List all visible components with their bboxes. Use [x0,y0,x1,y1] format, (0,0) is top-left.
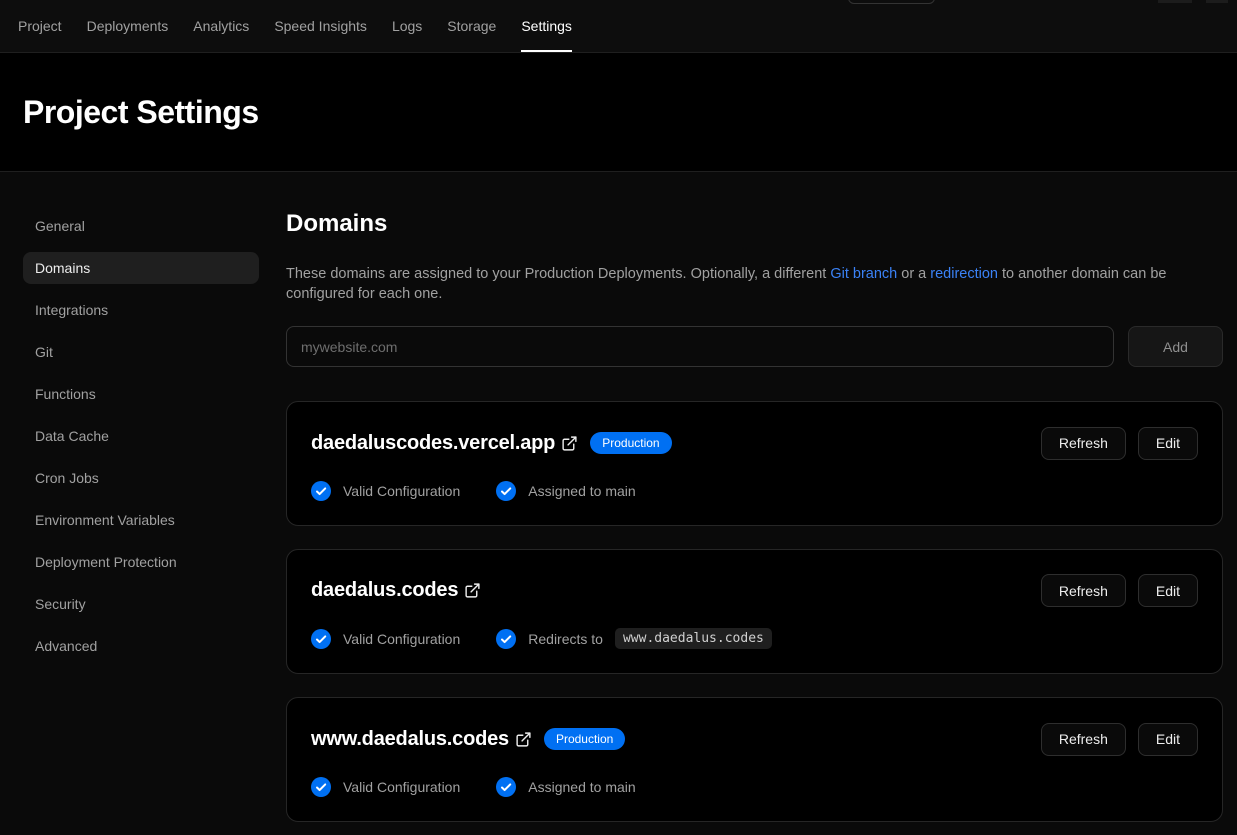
domains-section: Domains These domains are assigned to yo… [286,210,1223,835]
nav-tab-logs[interactable]: Logs [392,0,422,52]
description-text: or a [897,266,930,282]
sidebar-item-functions[interactable]: Functions [23,378,259,410]
status-valid-configuration: Valid Configuration [311,629,460,649]
page-title: Project Settings [23,94,259,131]
redirection-link[interactable]: redirection [930,266,998,282]
nav-tab-settings[interactable]: Settings [521,0,572,52]
sidebar-item-git[interactable]: Git [23,336,259,368]
external-link-icon[interactable] [561,435,578,452]
edit-button[interactable]: Edit [1138,574,1198,607]
check-circle-icon [311,777,331,797]
status-label: Assigned to main [528,779,635,795]
check-circle-icon [496,777,516,797]
nav-tab-storage[interactable]: Storage [447,0,496,52]
sidebar-item-integrations[interactable]: Integrations [23,294,259,326]
page-header: Project Settings [0,53,1237,172]
sidebar-item-data-cache[interactable]: Data Cache [23,420,259,452]
production-badge: Production [590,432,671,454]
status-label: Assigned to main [528,483,635,499]
refresh-button[interactable]: Refresh [1041,723,1126,756]
domain-input[interactable] [286,326,1114,367]
external-link-icon[interactable] [515,731,532,748]
git-branch-link[interactable]: Git branch [830,266,897,282]
settings-content: General Domains Integrations Git Functio… [0,172,1237,835]
check-circle-icon [311,629,331,649]
description-text: These domains are assigned to your Produ… [286,266,830,282]
sidebar-item-general[interactable]: General [23,210,259,242]
check-circle-icon [311,481,331,501]
menu-icon-partial [1206,0,1228,3]
status-assigned-branch: Assigned to main [496,481,635,501]
refresh-button[interactable]: Refresh [1041,574,1126,607]
status-valid-configuration: Valid Configuration [311,481,460,501]
status-label: Valid Configuration [343,631,460,647]
external-link-icon[interactable] [464,582,481,599]
nav-tab-project[interactable]: Project [18,0,62,52]
domain-name: daedalus.codes [311,579,458,602]
domain-name: www.daedalus.codes [311,728,509,751]
section-description: These domains are assigned to your Produ… [286,264,1223,304]
sidebar-item-cron-jobs[interactable]: Cron Jobs [23,462,259,494]
avatar-partial [1158,0,1192,3]
status-redirect: Redirects to www.daedalus.codes [496,628,772,649]
domain-card: www.daedalus.codes Production Refresh Ed… [286,697,1223,822]
add-domain-button[interactable]: Add [1128,326,1223,367]
production-badge: Production [544,728,625,750]
domain-card: daedalus.codes Refresh Edit Valid Config… [286,549,1223,674]
status-label: Valid Configuration [343,483,460,499]
domain-name: daedaluscodes.vercel.app [311,432,555,455]
refresh-button[interactable]: Refresh [1041,427,1126,460]
nav-tab-analytics[interactable]: Analytics [193,0,249,52]
status-label: Redirects to [528,631,603,647]
sidebar-item-advanced[interactable]: Advanced [23,630,259,662]
settings-sidebar: General Domains Integrations Git Functio… [23,210,259,835]
sidebar-item-deployment-protection[interactable]: Deployment Protection [23,546,259,578]
sidebar-item-domains[interactable]: Domains [23,252,259,284]
status-assigned-branch: Assigned to main [496,777,635,797]
check-circle-icon [496,629,516,649]
top-navigation: Project Deployments Analytics Speed Insi… [0,0,1237,53]
edit-button[interactable]: Edit [1138,723,1198,756]
section-heading: Domains [286,210,1223,238]
status-valid-configuration: Valid Configuration [311,777,460,797]
check-circle-icon [496,481,516,501]
redirect-target-chip: www.daedalus.codes [615,628,772,649]
sidebar-item-security[interactable]: Security [23,588,259,620]
add-domain-row: Add [286,326,1223,367]
toolbar-button-partial [848,0,935,4]
nav-tab-speed-insights[interactable]: Speed Insights [274,0,367,52]
nav-tab-deployments[interactable]: Deployments [87,0,169,52]
status-label: Valid Configuration [343,779,460,795]
edit-button[interactable]: Edit [1138,427,1198,460]
domain-card: daedaluscodes.vercel.app Production Refr… [286,401,1223,526]
sidebar-item-environment-variables[interactable]: Environment Variables [23,504,259,536]
